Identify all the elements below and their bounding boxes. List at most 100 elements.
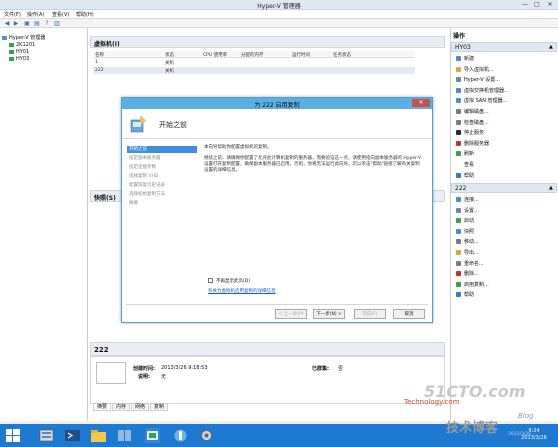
created-value: 2013/3/26 9:18:53 <box>161 365 208 371</box>
more-info-link[interactable]: 有关为虚拟机启用复制的详细信息 <box>208 288 276 294</box>
col-task-status[interactable]: 任务状态 <box>333 52 351 58</box>
vm-action-item[interactable]: 删除... <box>456 270 479 278</box>
menu-file[interactable]: 文件(F) <box>4 11 21 18</box>
server-action-item[interactable]: 帮助 <box>456 172 474 180</box>
console-tree-icon[interactable]: ▥ <box>53 20 61 27</box>
server-action-item[interactable]: 编辑磁盘... <box>456 108 489 116</box>
navigation-tree: Hyper-V 管理器 2K1201 HY01 HY03 <box>0 28 88 421</box>
vm-action-item[interactable]: 启用复制... <box>456 281 489 289</box>
network-icon[interactable] <box>172 427 189 444</box>
forward-icon[interactable]: ▶ <box>12 20 20 27</box>
tree-node-2k1201[interactable]: 2K1201 <box>9 42 35 48</box>
action-label: 编辑磁盘... <box>464 109 489 115</box>
tab-memory[interactable]: 内存 <box>112 403 131 411</box>
server-action-item[interactable]: 虚拟 SAN 管理器... <box>456 97 507 105</box>
wizard-step[interactable]: 选择初始复制方法 <box>127 191 197 198</box>
col-name[interactable]: 名称 <box>95 52 104 58</box>
properties-icon[interactable]: ▤ <box>33 20 41 27</box>
notes-label: 说明: <box>138 374 150 380</box>
wizard-step[interactable]: 配置恢复历史记录 <box>127 182 197 189</box>
table-row[interactable]: 1 关机 <box>93 59 415 66</box>
cancel-button[interactable]: 取消 <box>393 309 425 319</box>
server-action-item[interactable]: 虚拟交换机管理器... <box>456 87 509 95</box>
vm-action-item[interactable]: 导出... <box>456 249 479 257</box>
action-icon <box>456 140 461 146</box>
vm-action-item[interactable]: 快照 <box>456 228 474 236</box>
col-uptime[interactable]: 运行时间 <box>292 52 310 58</box>
action-label: 设置... <box>464 207 479 214</box>
collapse-icon[interactable]: ▲ <box>549 44 553 50</box>
collapse-icon[interactable]: ▲ <box>549 185 553 191</box>
action-label: 启用复制... <box>464 281 489 288</box>
server-action-item[interactable]: 停止服务 <box>456 129 484 137</box>
action-icon <box>456 66 461 72</box>
action-icon <box>456 172 461 178</box>
previous-button[interactable]: < 上一步(P) <box>275 309 307 319</box>
hyperv-manager-taskbar-icon[interactable] <box>144 427 161 444</box>
clustered-label: 已群集: <box>312 366 329 372</box>
col-memory[interactable]: 分配的内存 <box>241 52 264 58</box>
file-explorer-icon[interactable] <box>90 427 107 444</box>
actions-section-server[interactable]: HY03 ▲ <box>451 42 557 52</box>
table-row[interactable]: 222 关机 <box>93 67 415 74</box>
action-label: 快照 <box>464 228 475 235</box>
server-action-item[interactable]: 刷新 <box>456 150 474 158</box>
col-state[interactable]: 状态 <box>165 52 174 58</box>
tree-root[interactable]: Hyper-V 管理器 <box>2 34 45 41</box>
menu-help[interactable]: 帮助(H) <box>76 11 94 18</box>
server-action-item[interactable]: 导入虚拟机... <box>456 66 494 74</box>
tab-replication[interactable]: 复制 <box>150 403 169 411</box>
server-action-item[interactable]: 删除服务器 <box>456 140 489 148</box>
dialog-close-button[interactable]: ✕ <box>412 99 430 107</box>
minimize-button[interactable]: — <box>520 1 530 8</box>
powershell-icon[interactable] <box>64 427 81 444</box>
maximize-button[interactable]: □ <box>532 1 542 8</box>
cluster-manager-icon[interactable] <box>116 427 133 444</box>
snapshot-panel-title: 快照(S) <box>94 195 116 202</box>
vm-action-item[interactable]: 移动... <box>456 238 479 246</box>
vm-action-item[interactable]: 启动 <box>456 217 474 225</box>
up-icon[interactable]: ▣ <box>23 20 31 27</box>
server-action-item[interactable]: 查看 <box>456 161 474 169</box>
wizard-step[interactable]: 摘要 <box>127 200 197 207</box>
menu-action[interactable]: 操作(A) <box>27 11 44 18</box>
vm-name-cell: 222 <box>95 68 104 73</box>
wizard-step[interactable]: 开始之前 <box>127 146 197 153</box>
start-icon[interactable] <box>3 427 23 444</box>
tree-node-hy01[interactable]: HY01 <box>9 49 29 55</box>
vm-table-header: 名称 状态 CPU 使用率 分配的内存 运行时间 任务状态 <box>93 51 415 58</box>
col-cpu[interactable]: CPU 使用率 <box>203 52 227 58</box>
close-button[interactable]: ✕ <box>545 1 555 8</box>
action-icon <box>456 260 461 266</box>
skip-page-checkbox[interactable] <box>208 278 213 283</box>
tree-node-hy03[interactable]: HY03 <box>9 56 29 62</box>
finish-button[interactable]: 完成(F) <box>354 309 386 319</box>
wizard-step[interactable]: 指定副本服务器 <box>127 155 197 162</box>
action-label: 检查磁盘... <box>464 119 489 126</box>
settings-icon[interactable] <box>198 427 215 444</box>
server-manager-icon[interactable] <box>38 427 55 444</box>
dialog-title-bar: 为 222 启用复制 ✕ <box>122 98 432 109</box>
back-icon[interactable]: ◀ <box>3 20 11 27</box>
tab-summary[interactable]: 摘要 <box>93 403 112 411</box>
server-action-item[interactable]: Hyper-V 设置... <box>456 76 500 84</box>
vm-action-item[interactable]: 连接... <box>456 196 479 204</box>
vm-state-cell: 关机 <box>165 69 174 74</box>
tab-network[interactable]: 网络 <box>131 403 150 411</box>
actions-section-vm[interactable]: 222 ▲ <box>451 183 557 193</box>
action-icon <box>456 292 461 298</box>
server-action-item[interactable]: 检查磁盘... <box>456 119 489 127</box>
action-icon <box>456 109 461 114</box>
vm-action-item[interactable]: 重命名... <box>456 260 484 268</box>
tree-node-label: HY01 <box>16 49 30 55</box>
vm-action-item[interactable]: 设置... <box>456 207 479 215</box>
wizard-step[interactable]: 选择复制 VHD <box>127 173 197 180</box>
wizard-step[interactable]: 指定连接参数 <box>127 164 197 171</box>
vm-action-item[interactable]: 帮助 <box>456 291 474 299</box>
help-icon[interactable]: ? <box>43 20 51 27</box>
server-action-item[interactable]: 新建 <box>456 55 474 63</box>
clustered-value: 否 <box>338 366 344 372</box>
watermark-subtitle: Technology.com <box>404 398 460 406</box>
menu-view[interactable]: 查看(V) <box>52 11 69 18</box>
next-button[interactable]: 下一步(N) > <box>313 309 345 319</box>
